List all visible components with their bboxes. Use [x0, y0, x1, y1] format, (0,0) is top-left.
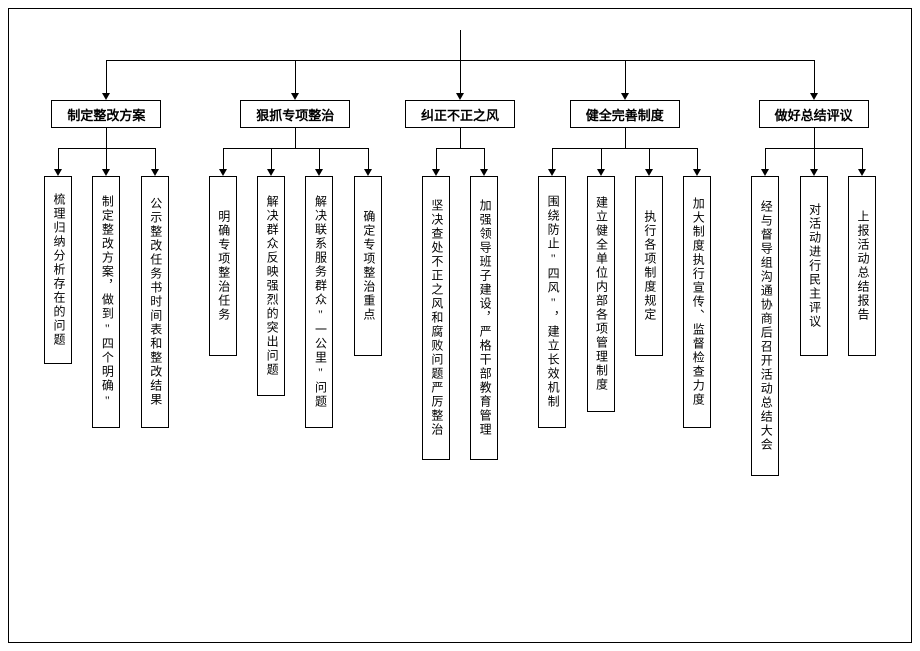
connector	[814, 128, 815, 148]
connector	[697, 148, 698, 169]
arrow-down-icon	[810, 169, 818, 176]
connector	[649, 148, 650, 169]
connector	[368, 148, 369, 169]
connector	[552, 148, 553, 169]
connector	[862, 148, 863, 169]
arrow-down-icon	[621, 93, 629, 100]
arrow-down-icon	[54, 169, 62, 176]
arrow-down-icon	[761, 169, 769, 176]
arrow-down-icon	[151, 169, 159, 176]
connector	[271, 148, 272, 169]
arrow-down-icon	[810, 93, 818, 100]
arrow-down-icon	[597, 169, 605, 176]
connector	[625, 128, 626, 148]
connector	[223, 148, 224, 169]
connector	[601, 148, 602, 169]
leaf-box: 确定专项整治重点	[354, 176, 382, 356]
arrow-down-icon	[693, 169, 701, 176]
connector	[295, 60, 296, 93]
connector	[460, 128, 461, 148]
connector	[814, 148, 815, 169]
connector	[106, 60, 107, 93]
leaf-box: 对活动进行民主评议	[800, 176, 828, 356]
leaf-box: 解决联系服务群众"一公里"问题	[305, 176, 333, 428]
connector	[436, 148, 484, 149]
connector	[765, 148, 766, 169]
leaf-box: 上报活动总结报告	[848, 176, 876, 356]
arrow-down-icon	[102, 169, 110, 176]
category-box: 做好总结评议	[759, 100, 869, 128]
connector	[436, 148, 437, 169]
connector	[295, 128, 296, 148]
connector	[625, 60, 626, 93]
arrow-down-icon	[432, 169, 440, 176]
arrow-down-icon	[291, 93, 299, 100]
arrow-down-icon	[480, 169, 488, 176]
leaf-box: 加大制度执行宣传、监督检查力度	[683, 176, 711, 428]
connector	[814, 60, 815, 93]
arrow-down-icon	[267, 169, 275, 176]
arrow-down-icon	[219, 169, 227, 176]
connector	[460, 30, 461, 60]
connector	[484, 148, 485, 169]
arrow-down-icon	[102, 93, 110, 100]
category-box: 狠抓专项整治	[240, 100, 350, 128]
connector	[58, 148, 59, 169]
category-box: 制定整改方案	[51, 100, 161, 128]
leaf-box: 执行各项制度规定	[635, 176, 663, 356]
leaf-box: 经与督导组沟通协商后召开活动总结大会	[751, 176, 779, 476]
leaf-box: 加强领导班子建设，严格干部教育管理	[470, 176, 498, 460]
leaf-box: 解决群众反映强烈的突出问题	[257, 176, 285, 396]
connector	[155, 148, 156, 169]
leaf-box: 围绕防止"四风"，建立长效机制	[538, 176, 566, 428]
connector	[460, 60, 461, 93]
arrow-down-icon	[364, 169, 372, 176]
connector	[552, 148, 697, 149]
connector	[106, 128, 107, 148]
category-box: 健全完善制度	[570, 100, 680, 128]
leaf-box: 公示整改任务书时间表和整改结果	[141, 176, 169, 428]
arrow-down-icon	[456, 93, 464, 100]
arrow-down-icon	[548, 169, 556, 176]
arrow-down-icon	[645, 169, 653, 176]
connector	[319, 148, 320, 169]
leaf-box: 明确专项整治任务	[209, 176, 237, 356]
connector	[106, 148, 107, 169]
arrow-down-icon	[858, 169, 866, 176]
leaf-box: 制定整改方案，做到"四个明确"	[92, 176, 120, 428]
leaf-box: 梳理归纳分析存在的问题	[44, 176, 72, 364]
category-box: 纠正不正之风	[405, 100, 515, 128]
connector	[223, 148, 368, 149]
leaf-box: 坚决查处不正之风和腐败问题严厉整治	[422, 176, 450, 460]
leaf-box: 建立健全单位内部各项管理制度	[587, 176, 615, 412]
arrow-down-icon	[315, 169, 323, 176]
